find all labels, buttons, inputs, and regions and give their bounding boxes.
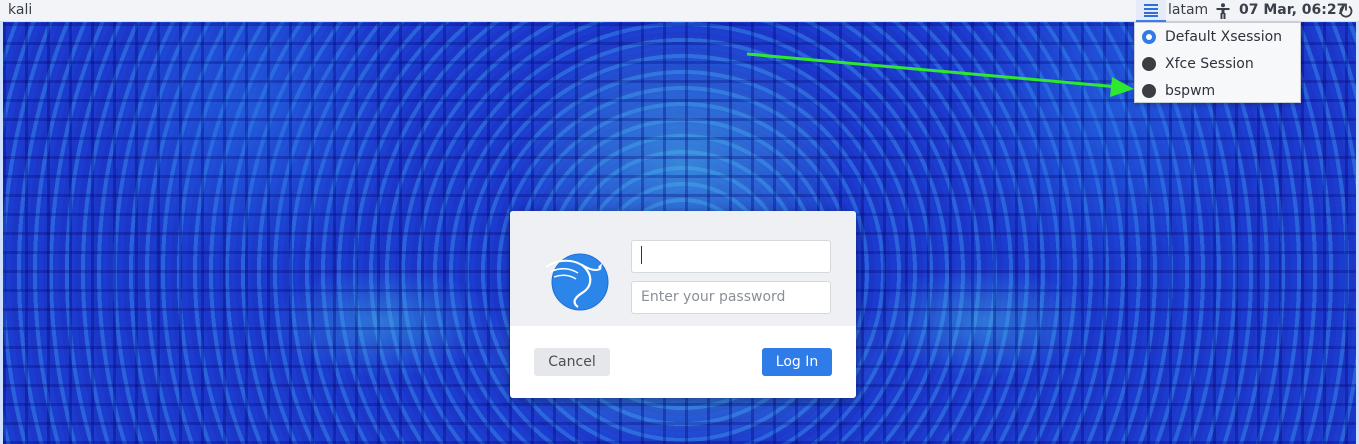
hostname-label: kali [8, 2, 33, 18]
session-menu-button[interactable] [1136, 0, 1166, 22]
clock-label[interactable]: 07 Mar, 06:27 [1239, 2, 1346, 18]
session-item-xfce-session[interactable]: Xfce Session [1135, 50, 1300, 77]
text-cursor [641, 246, 642, 264]
session-list-icon [1144, 3, 1158, 17]
session-item-label: Default Xsession [1165, 28, 1283, 45]
annotation-arrow [746, 52, 1134, 97]
radio-unselected-icon [1142, 56, 1156, 71]
log-in-button[interactable]: Log In [762, 348, 832, 376]
keyboard-layout-button[interactable]: latam [1168, 2, 1208, 18]
session-item-label: Xfce Session [1165, 55, 1254, 72]
username-input[interactable] [631, 240, 831, 273]
login-dialog: Enter your password Cancel Log In [510, 211, 856, 398]
kali-dragon-icon [545, 253, 609, 311]
password-placeholder: Enter your password [641, 289, 786, 305]
session-menu: Default Xsession Xfce Session bspwm [1134, 22, 1301, 103]
session-item-label: bspwm [1165, 82, 1216, 99]
radio-unselected-icon [1142, 83, 1156, 98]
password-input[interactable]: Enter your password [631, 281, 831, 314]
radio-selected-icon [1142, 29, 1156, 44]
top-panel: kali latam 07 Mar, 06:27 [0, 0, 1359, 22]
accessibility-icon[interactable] [1216, 3, 1230, 19]
cancel-button[interactable]: Cancel [534, 348, 610, 376]
session-item-default-xsession[interactable]: Default Xsession [1135, 23, 1300, 50]
power-icon[interactable] [1339, 3, 1353, 18]
session-item-bspwm[interactable]: bspwm [1135, 77, 1300, 104]
